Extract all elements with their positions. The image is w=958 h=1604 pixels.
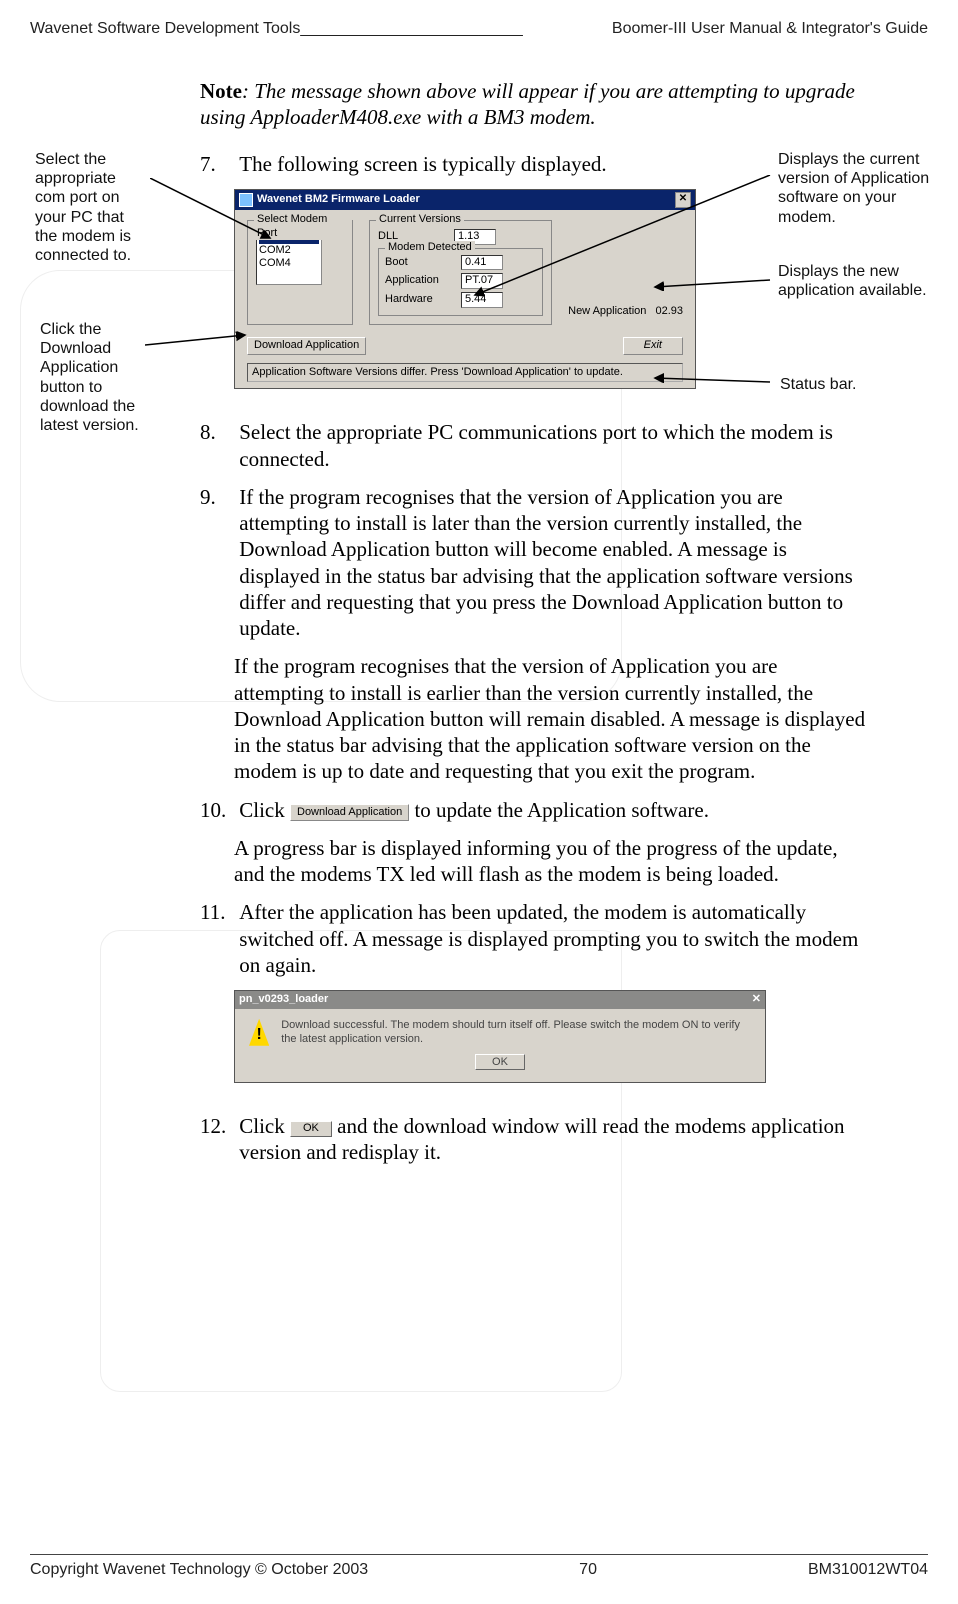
group-legend-versions: Current Versions [376,213,464,227]
arrow-icon [145,330,255,360]
callout-current-version: Displays the current version of Applicat… [778,150,953,227]
callout-download-button: Click the Download Application button to… [40,320,145,435]
arrow-icon [150,178,280,248]
footer-page-number: 70 [579,1561,597,1579]
step-9: 9. If the program recognises that the ve… [200,484,868,642]
download-application-inline-button[interactable]: Download Application [290,804,409,822]
download-application-button[interactable]: Download Application [247,337,366,355]
step-text: Select the appropriate PC communications… [239,419,867,472]
arrow-icon [650,275,780,295]
step-9-continued: If the program recognises that the versi… [234,653,868,784]
step-7: 7. The following screen is typically dis… [200,151,868,177]
exit-button[interactable]: Exit [623,337,683,355]
dialog-message: Download successful. The modem should tu… [281,1019,751,1047]
footer-right: BM310012WT04 [808,1561,928,1579]
close-icon[interactable]: ✕ [752,993,761,1007]
step-number: 10. [200,797,234,823]
step-number: 7. [200,151,234,177]
footer-left: Copyright Wavenet Technology © October 2… [30,1561,368,1579]
list-item[interactable]: COM4 [259,257,319,270]
hardware-label: Hardware [385,293,451,307]
header-right: Boomer-III User Manual & Integrator's Gu… [612,20,928,38]
note-label: Note [200,79,242,103]
warning-icon: ! [249,1019,269,1046]
group-legend-detected: Modem Detected [385,241,475,255]
step-text: Click Download Application to update the… [239,797,867,823]
step-number: 12. [200,1113,234,1139]
step-number: 8. [200,419,234,445]
step-number: 11. [200,899,234,925]
step-text: The following screen is typically displa… [239,151,867,177]
step-12: 12. Click OK and the download window wil… [200,1113,868,1166]
application-label: Application [385,274,451,288]
step-11: 11. After the application has been updat… [200,899,868,978]
header-left: Wavenet Software Development Tools______… [30,20,523,38]
step-number: 9. [200,484,234,510]
new-application-label: New Application [568,305,646,317]
step-10: 10. Click Download Application to update… [200,797,868,823]
arrow-icon [650,370,780,390]
step-text-fragment: to update the Application software. [409,798,709,822]
ok-inline-button[interactable]: OK [290,1121,332,1137]
step-text: After the application has been updated, … [239,899,867,978]
boot-label: Boot [385,256,451,270]
status-bar: Application Software Versions differ. Pr… [247,363,683,383]
callout-new-application: Displays the new application available. [778,262,953,300]
download-success-dialog: pn_v0293_loader ✕ ! Download successful.… [234,990,766,1083]
note-block: Note: The message shown above will appea… [200,78,868,131]
step-text-fragment: Click [239,798,290,822]
step-8: 8. Select the appropriate PC communicati… [200,419,868,472]
note-text: : The message shown above will appear if… [200,79,855,129]
callout-status-bar: Status bar. [780,375,910,394]
step-text: If the program recognises that the versi… [239,484,867,642]
callout-com-port: Select the appropriate com port on your … [35,150,150,265]
step-10-continued: A progress bar is displayed informing yo… [234,835,868,888]
step-text: Click OK and the download window will re… [239,1113,867,1166]
window-title: Wavenet BM2 Firmware Loader [257,193,420,207]
ok-button[interactable]: OK [475,1054,525,1070]
dialog-title: pn_v0293_loader [239,993,328,1007]
new-application-value: 02.93 [655,305,683,317]
step-text-fragment: Click [239,1114,290,1138]
